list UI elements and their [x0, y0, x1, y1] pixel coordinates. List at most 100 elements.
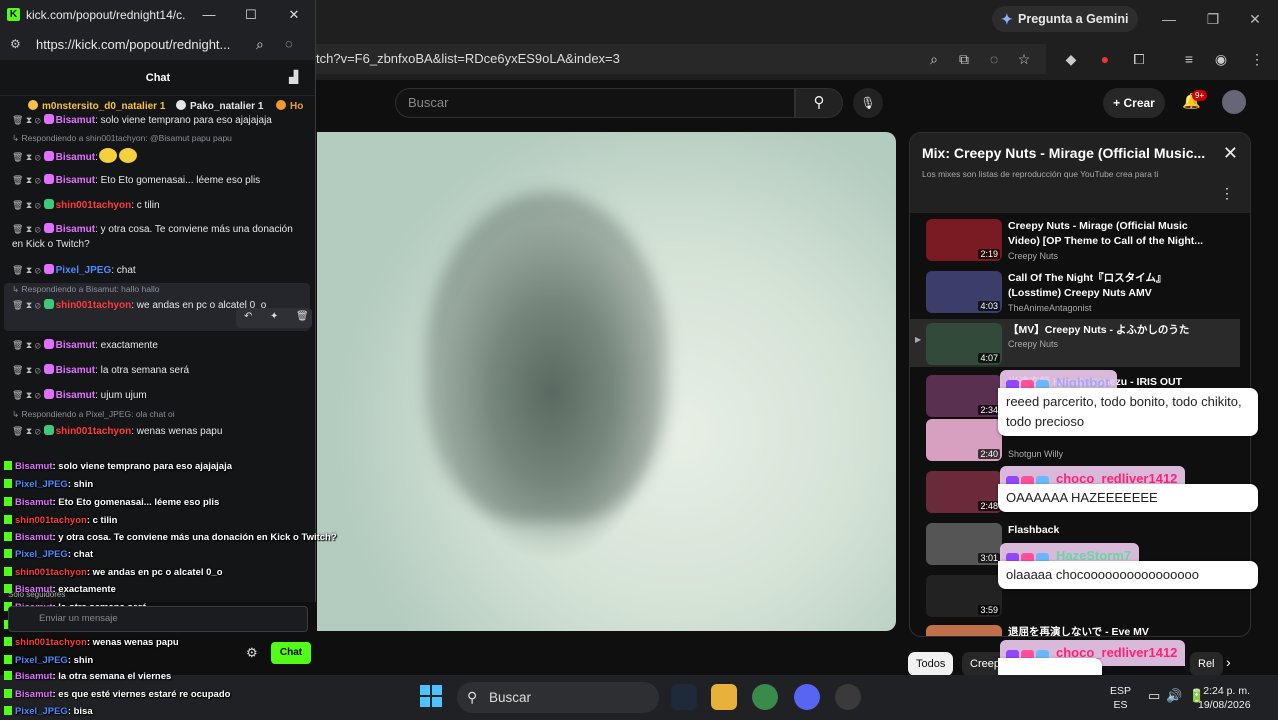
playlist-item[interactable]: 4:03 Call Of The Night『ロスタイム』(Losstime) C… [910, 267, 1240, 315]
chat-username[interactable]: Bisamut [56, 224, 95, 235]
minimize-icon[interactable]: — [1158, 8, 1180, 30]
mod-tools-icon[interactable]: 🗑 ⧗ ⊘ [12, 115, 41, 125]
reply-context: ↳ Respondiendo a shin001tachyon: @Bisamu… [12, 133, 232, 143]
clock[interactable]: 2:24 p. m. 19/08/2026 [1198, 684, 1251, 712]
zoom-icon[interactable]: ⌕ [256, 36, 264, 53]
media-icon[interactable]: ≡ [1178, 48, 1200, 70]
reply-icon[interactable]: ↶ [244, 311, 252, 322]
chat-message[interactable]: 🗑 ⧗ ⊘ Bisamut: exactamente [12, 338, 306, 353]
video-thumbnail[interactable]: 2:19 [926, 219, 1002, 261]
chat-username[interactable]: Bisamut [56, 115, 95, 126]
chat-message[interactable]: 🗑 ⧗ ⊘ Pixel_JPEG: chat [12, 263, 306, 278]
chat-message[interactable]: 🗑 ⧗ ⊘ Bisamut: Eto Eto gomenasai... léeme… [12, 173, 306, 188]
close-icon[interactable]: ✕ [1223, 143, 1238, 164]
video-thumbnail[interactable]: 2:40 [926, 419, 1002, 461]
mod-tools-icon[interactable]: 🗑 ⧗ ⊘ [12, 390, 41, 400]
chat-username[interactable]: shin001tachyon [56, 426, 132, 437]
chevron-right-icon[interactable]: › [1226, 654, 1231, 670]
puzzle-icon[interactable]: ⧠ [1128, 48, 1150, 70]
site-settings-icon[interactable]: ⚙ [10, 37, 21, 51]
create-button[interactable]: + Crear [1103, 88, 1165, 118]
restore-icon[interactable]: ❐ [1202, 8, 1224, 30]
user-badge-icon [43, 299, 54, 309]
mod-tools-icon[interactable]: 🗑 ⧗ ⊘ [12, 265, 41, 275]
video-duration: 2:48 [978, 501, 1000, 511]
mod-tools-icon[interactable]: 🗑 ⧗ ⊘ [12, 340, 41, 350]
settings-icon[interactable]: ⚙ [246, 645, 258, 661]
chip-related[interactable]: Rel [1190, 652, 1223, 676]
playlist-item[interactable]: 2:19 Creepy Nuts - Mirage (Official Music… [910, 215, 1240, 263]
mod-tools-icon[interactable]: 🗑 ⧗ ⊘ [12, 224, 41, 234]
app-icon[interactable] [671, 684, 697, 710]
video-player[interactable] [317, 132, 896, 631]
video-title: 退屈を再演しないで - Eve MV [1008, 626, 1149, 637]
chat-message[interactable]: 🗑 ⧗ ⊘ Bisamut: ujum ujum [12, 388, 306, 403]
star-icon[interactable]: ☆ [1013, 48, 1035, 70]
mod-tools-icon[interactable]: 🗑 ⧗ ⊘ [12, 152, 41, 162]
chat-message[interactable]: 🗑 ⧗ ⊘ shin001tachyon: c tilin [12, 198, 306, 213]
minimize-icon[interactable]: — [200, 6, 218, 24]
close-icon[interactable]: ✕ [1244, 8, 1266, 30]
pin-icon[interactable]: ✦ [270, 311, 278, 322]
chip-todos[interactable]: Todos [908, 652, 954, 676]
video-thumbnail[interactable]: 2:48 [926, 471, 1002, 513]
video-thumbnail[interactable] [926, 625, 1002, 636]
chat-message[interactable]: 🗑 ⧗ ⊘ Bisamut: solo viene temprano para e… [12, 113, 306, 128]
gemini-button[interactable]: ✦ Pregunta a Gemini [992, 6, 1139, 32]
language-indicator[interactable]: ESP ES [1110, 684, 1131, 712]
maximize-icon[interactable]: ☐ [242, 6, 260, 24]
extension-icon[interactable]: ◆ [1060, 48, 1082, 70]
video-thumbnail[interactable]: 3:59 [926, 575, 1002, 617]
mic-icon[interactable]: 🎙 [853, 88, 883, 118]
close-icon[interactable]: ✕ [285, 6, 303, 24]
eye-off-icon[interactable]: ◌ [285, 36, 293, 51]
chat-username[interactable]: Bisamut [56, 152, 95, 163]
discord-icon[interactable] [794, 684, 820, 710]
mod-tools-icon[interactable]: 🗑 ⧗ ⊘ [12, 175, 41, 185]
mod-tools-icon[interactable]: 🗑 ⧗ ⊘ [12, 365, 41, 375]
menu-icon[interactable]: ⋮ [1246, 48, 1268, 70]
chat-message[interactable]: 🗑 ⧗ ⊘ Bisamut: la otra semana será [12, 363, 306, 378]
eye-off-icon[interactable]: ◌ [983, 48, 1005, 70]
mod-tools-icon[interactable]: 🗑 ⧗ ⊘ [12, 426, 41, 436]
overlay-chat-text: : chat [67, 549, 94, 560]
video-thumbnail[interactable]: 4:07 [926, 323, 1002, 365]
mod-tools-icon[interactable]: 🗑 ⧗ ⊘ [12, 200, 41, 210]
zoom-icon[interactable]: ⌕ [923, 48, 945, 70]
app-icon[interactable] [835, 684, 861, 710]
taskbar-search[interactable]: ⚲ Buscar [457, 682, 659, 713]
chat-message[interactable]: 🗑 ⧗ ⊘ Bisamut: y otra cosa. Te conviene m… [12, 222, 306, 252]
chat-username[interactable]: Bisamut [56, 390, 95, 401]
video-thumbnail[interactable]: 3:01 [926, 523, 1002, 565]
file-explorer-icon[interactable] [711, 684, 737, 710]
video-thumbnail[interactable]: 2:34 [926, 375, 1002, 417]
playlist-item[interactable]: ▶ 4:07 【MV】Creepy Nuts - よふかしのうた Creepy Nut… [910, 319, 1240, 367]
send-chat-button[interactable]: Chat [271, 642, 311, 664]
chat-message[interactable]: 🗑 ⧗ ⊘ shin001tachyon: wenas wenas papu [12, 424, 306, 439]
cast-icon[interactable]: ⧉ [953, 48, 975, 70]
search-icon[interactable]: ⚲ [795, 88, 843, 118]
windows-start-icon[interactable] [420, 685, 442, 707]
video-thumbnail[interactable]: 4:03 [926, 271, 1002, 313]
mod-tools-icon[interactable]: 🗑 ⧗ ⊘ [12, 300, 41, 310]
leaderboard-icon[interactable]: ▟ [289, 70, 298, 84]
delete-icon[interactable]: 🗑 [296, 311, 309, 322]
popout-url[interactable]: https://kick.com/popout/rednight... [36, 37, 244, 52]
chat-username[interactable]: Bisamut [56, 175, 95, 186]
chat-message[interactable]: 🗑 ⧗ ⊘ Bisamut: [12, 148, 306, 165]
chat-username[interactable]: Bisamut [56, 365, 95, 376]
more-icon[interactable]: ⋮ [1220, 185, 1234, 202]
overlay-chat-text: : c tilin [86, 515, 118, 526]
chat-username[interactable]: Bisamut [56, 340, 95, 351]
chrome-icon[interactable] [752, 684, 778, 710]
adblock-icon[interactable]: ● [1094, 48, 1116, 70]
playlist-item[interactable]: 退屈を再演しないで - Eve MV [910, 621, 1240, 637]
chat-username[interactable]: shin001tachyon [56, 200, 132, 211]
overlay-chat-line: Bisamut: Eto Eto gomenasai... léeme eso … [4, 497, 219, 509]
profile-icon[interactable]: ◉ [1210, 48, 1232, 70]
youtube-search-input[interactable]: Buscar [395, 88, 795, 118]
chat-username[interactable]: shin001tachyon [56, 300, 132, 311]
chat-input[interactable]: Enviar un mensaje [8, 606, 308, 632]
chat-username[interactable]: Pixel_JPEG [56, 265, 112, 276]
avatar[interactable] [1222, 90, 1246, 114]
